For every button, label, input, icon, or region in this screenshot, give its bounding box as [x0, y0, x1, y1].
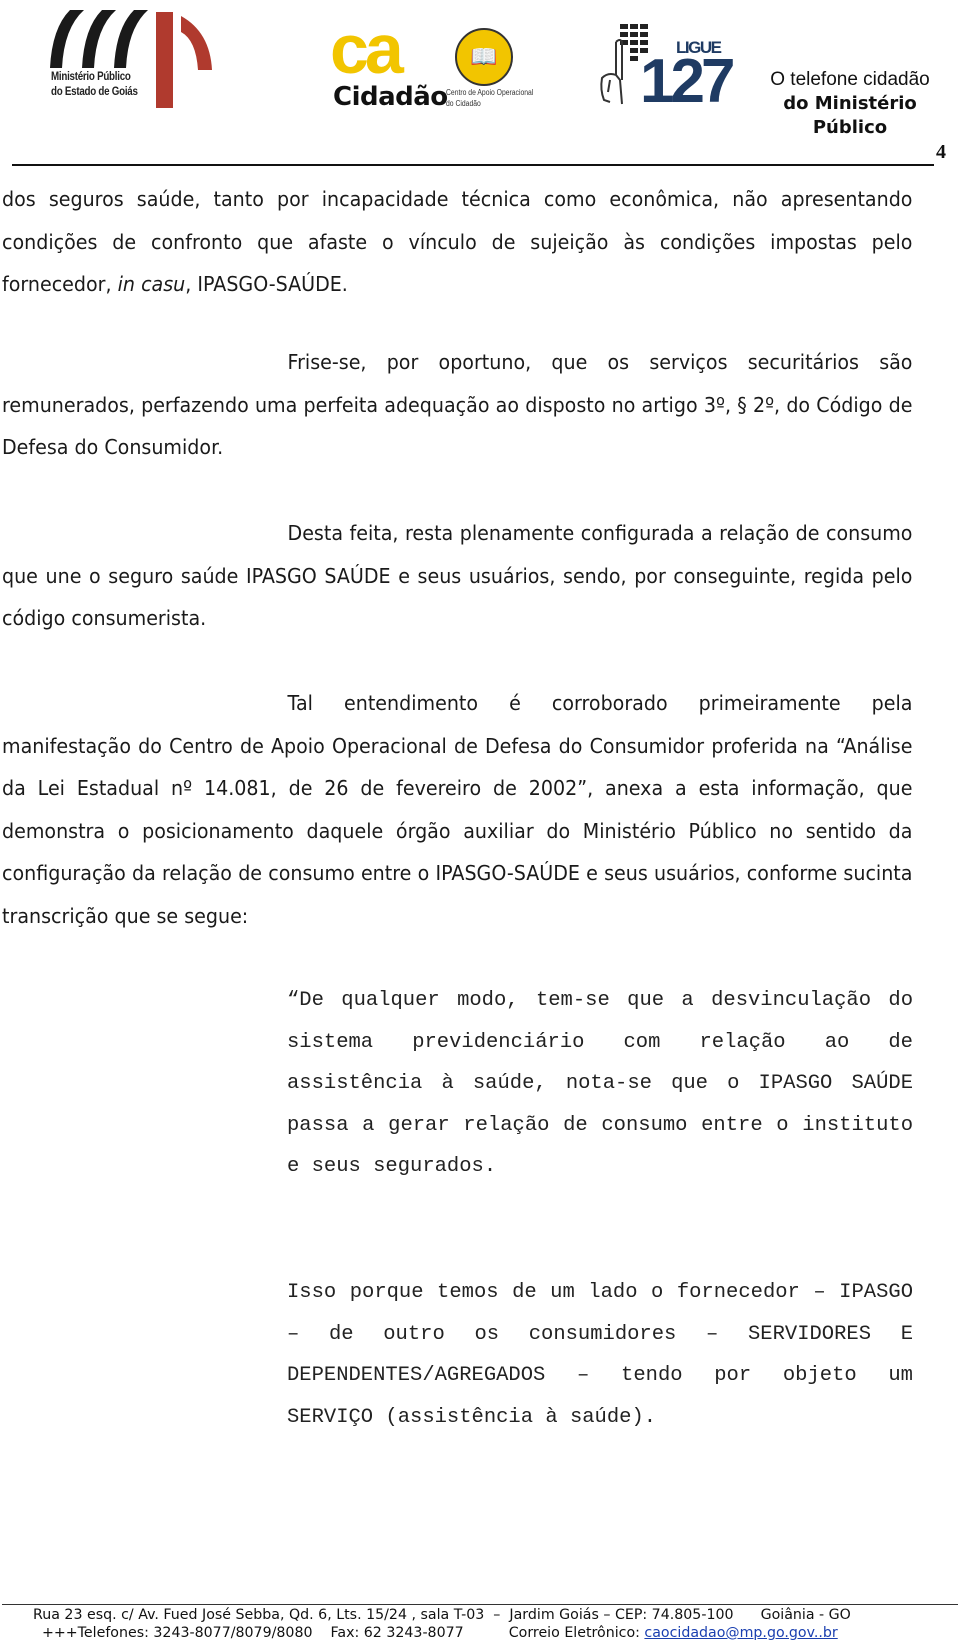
tagline-line2: do Ministério — [783, 93, 917, 114]
footer-phones: +++Telefones: 3243-8077/8079/8080 Fax: 6… — [42, 1625, 645, 1641]
page-header: Ministério Público do Estado de Goiás ca… — [0, 0, 960, 170]
open-book-icon: 📖 — [470, 44, 498, 69]
ligue-127-number: 127 — [640, 47, 735, 116]
tagline-line3: Público — [812, 117, 888, 138]
mp-logo-text: Ministério Público do Estado de Goiás — [51, 70, 138, 100]
paragraph-1-italic: in casu — [117, 272, 186, 296]
paragraph-2: Frise-se, por oportuno, que os serviços … — [2, 341, 912, 469]
paragraph-4-text: Tal entendimento é corroborado primeiram… — [2, 691, 913, 928]
tagline-line1: O telefone cidadão — [770, 69, 930, 90]
paragraph-1: dos seguros saúde, tanto por incapacidad… — [2, 178, 912, 306]
paragraph-2-text: Frise-se, por oportuno, que os serviços … — [2, 350, 913, 459]
block-quote-2-text: Isso porque temos de um lado o fornecedo… — [287, 1281, 913, 1429]
cao-logo-subtitle: Centro de Apoio Operacional do Cidadão — [446, 87, 533, 109]
cao-subtitle-line2: do Cidadão — [446, 99, 481, 108]
mp-logo-line1: Ministério Público — [51, 71, 131, 83]
footer-email-link[interactable]: caocidadao@mp.go.gov..br — [644, 1625, 837, 1641]
block-quote-1-text: “De qualquer modo, tem-se que a desvincu… — [287, 989, 913, 1179]
paragraph-1-text-end: , IPASGO-SAÚDE. — [185, 272, 348, 296]
block-quote-2: Isso porque temos de um lado o fornecedo… — [287, 1272, 913, 1438]
cao-subtitle-line1: Centro de Apoio Operacional — [446, 88, 534, 97]
block-quote-1: “De qualquer modo, tem-se que a desvincu… — [287, 980, 913, 1188]
paragraph-3-text: Desta feita, resta plenamente configurad… — [2, 521, 913, 630]
header-divider — [12, 164, 934, 166]
cao-logo-word: ca — [330, 10, 404, 88]
cao-logo-title: Cidadão — [333, 82, 448, 112]
page-number: 4 — [936, 141, 946, 163]
footer-contacts: +++Telefones: 3243-8077/8079/8080 Fax: 6… — [42, 1624, 838, 1642]
footer-address: Rua 23 esq. c/ Av. Fued José Sebba, Qd. … — [33, 1607, 851, 1623]
paragraph-4: Tal entendimento é corroborado primeiram… — [2, 682, 912, 937]
footer-divider — [2, 1604, 958, 1605]
paragraph-3: Desta feita, resta plenamente configurad… — [2, 512, 912, 640]
mp-logo-line2: do Estado de Goiás — [51, 86, 138, 98]
